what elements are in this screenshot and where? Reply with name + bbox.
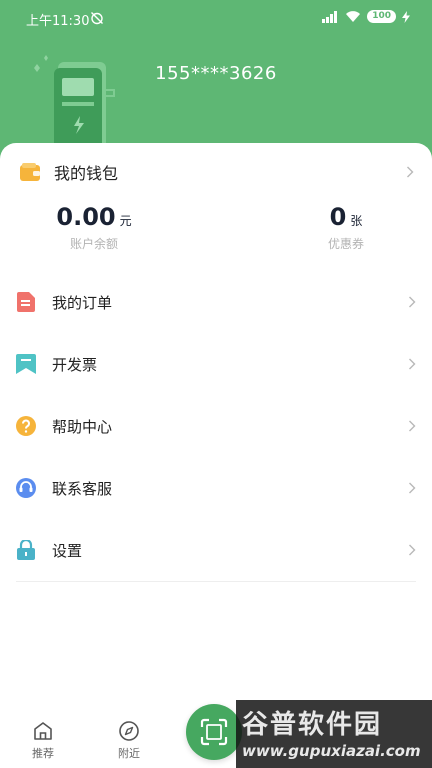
menu-item-invoice[interactable]: 开发票 xyxy=(0,333,432,395)
coupons[interactable]: 0张 优惠券 xyxy=(296,203,396,252)
tab-recommend-label: 推荐 xyxy=(32,747,54,760)
coupon-count: 0 xyxy=(329,203,347,231)
home-icon xyxy=(34,722,52,740)
chevron-right-icon xyxy=(409,296,416,308)
menu-label: 帮助中心 xyxy=(52,417,113,436)
customer-service-icon xyxy=(16,478,36,498)
status-time: 上午11:30 xyxy=(26,14,90,29)
wifi-icon xyxy=(346,11,361,22)
chevron-right-icon xyxy=(407,166,414,178)
menu-label: 开发票 xyxy=(52,355,98,374)
scan-icon xyxy=(200,718,228,746)
menu-item-help[interactable]: 帮助中心 xyxy=(0,395,432,457)
tab-nearby-label: 附近 xyxy=(118,747,140,760)
account-menu: 我的订单 开发票 帮助中心 联系客服 设置 xyxy=(0,271,432,581)
invoice-icon xyxy=(16,354,36,374)
watermark-title: 谷普软件园 xyxy=(242,710,383,740)
order-icon xyxy=(16,292,36,312)
user-phone-number: 155****3626 xyxy=(155,63,277,84)
charging-icon xyxy=(402,10,410,23)
account-balance[interactable]: 0.00 元 账户余额 xyxy=(44,203,144,252)
balance-unit: 元 xyxy=(119,214,132,228)
menu-label: 联系客服 xyxy=(52,479,113,498)
settings-icon xyxy=(16,540,36,560)
menu-item-customer-service[interactable]: 联系客服 xyxy=(0,457,432,519)
chevron-right-icon xyxy=(409,482,416,494)
status-bar: 上午11:30 100 xyxy=(0,0,432,36)
tab-recommend[interactable]: 推荐 xyxy=(23,720,63,761)
account-card: 我的钱包 0.00 元 账户余额 0张 优惠券 我的订单 开发票 帮助中心 联系… xyxy=(0,143,432,768)
my-wallet-row[interactable]: 我的钱包 xyxy=(20,157,420,187)
menu-item-orders[interactable]: 我的订单 xyxy=(0,271,432,333)
balance-label: 账户余额 xyxy=(69,237,118,251)
chevron-right-icon xyxy=(409,358,416,370)
coupon-unit: 张 xyxy=(350,214,363,228)
menu-label: 设置 xyxy=(52,541,83,560)
menu-label: 我的订单 xyxy=(52,293,113,312)
coupon-label: 优惠券 xyxy=(327,237,364,251)
balance-value: 0.00 xyxy=(56,203,116,231)
divider xyxy=(16,581,416,582)
help-icon xyxy=(16,416,36,436)
chevron-right-icon xyxy=(409,420,416,432)
watermark-url: www.gupuxiazai.com xyxy=(242,742,421,760)
compass-icon xyxy=(119,721,139,741)
scan-button[interactable] xyxy=(186,704,242,760)
my-wallet-title: 我的钱包 xyxy=(54,164,119,183)
tab-nearby[interactable]: 附近 xyxy=(109,720,149,761)
alarm-off-icon xyxy=(91,12,103,25)
battery-indicator: 100 xyxy=(367,10,396,23)
watermark-logo: 谷普软件园 www.gupuxiazai.com xyxy=(236,700,432,768)
menu-item-settings[interactable]: 设置 xyxy=(0,519,432,581)
wallet-icon xyxy=(20,163,40,181)
signal-icon xyxy=(322,10,338,23)
chevron-right-icon xyxy=(409,544,416,556)
status-indicators: 100 xyxy=(321,10,410,23)
